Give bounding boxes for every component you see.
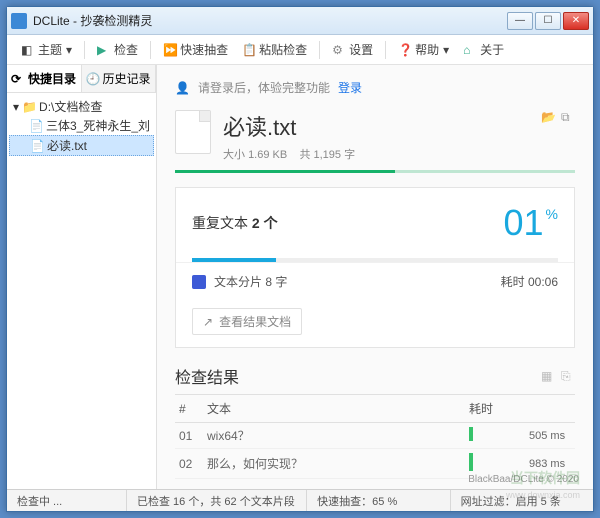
- content-pane: 👤 请登录后，体验完整功能 登录 必读.txt 大小 1.69 KB 共 1,1…: [157, 65, 593, 489]
- check-button[interactable]: ▶ 检查: [91, 38, 144, 61]
- minimize-button[interactable]: —: [507, 12, 533, 30]
- duration-bar: [469, 453, 473, 471]
- tree-root[interactable]: ▾ 📁 D:\文档检查: [9, 97, 154, 116]
- dup-percent: 01%: [504, 202, 559, 244]
- settings-button[interactable]: ⚙ 设置: [326, 38, 379, 61]
- document-icon: [175, 110, 211, 154]
- status-filter: 网址过滤：启用 5 条: [451, 490, 593, 511]
- user-icon: 👤: [175, 81, 190, 95]
- app-window: DCLite - 抄袭检测精灵 — ☐ ✕ ◧ 主题 ▾ ▶ 检查 ⏩ 快速抽查…: [6, 6, 594, 512]
- login-prompt: 👤 请登录后，体验完整功能 登录: [175, 79, 575, 96]
- status-checking: 检查中 ...: [7, 490, 127, 511]
- help-icon: ❓: [398, 43, 411, 56]
- export-icon[interactable]: ⎘: [561, 369, 575, 383]
- clipboard-icon: 📋: [242, 43, 255, 56]
- status-count: 已检查 16 个，共 62 个文本片段: [127, 490, 307, 511]
- copy-icon[interactable]: ⧉: [561, 110, 575, 124]
- shard-label: 文本分片 8 字: [214, 273, 287, 290]
- file-tree[interactable]: ▾ 📁 D:\文档检查 📄 三体3_死神永生_刘 📄 必读.txt: [7, 93, 156, 489]
- titlebar[interactable]: DCLite - 抄袭检测精灵 — ☐ ✕: [7, 7, 593, 35]
- summary-card: 重复文本 2 个 01% 文本分片 8 字 耗时 00:06 ↗: [175, 187, 575, 348]
- sidebar: ⟳ 快捷目录 🕘 历史记录 ▾ 📁 D:\文档检查 📄 三体3_死神永生_刘: [7, 65, 157, 489]
- tab-history[interactable]: 🕘 历史记录: [82, 65, 157, 92]
- grid-icon[interactable]: ▦: [541, 369, 555, 383]
- dup-label: 重复文本 2 个: [192, 213, 278, 233]
- toolbar: ◧ 主题 ▾ ▶ 检查 ⏩ 快速抽查 📋 粘贴检查 ⚙ 设置 ❓ 帮助 ▾: [7, 35, 593, 65]
- close-button[interactable]: ✕: [563, 12, 589, 30]
- help-button[interactable]: ❓ 帮助 ▾: [392, 38, 455, 61]
- about-button[interactable]: ⌂ 关于: [457, 38, 510, 61]
- view-result-doc-button[interactable]: ↗ 查看结果文档: [192, 308, 302, 335]
- file-icon: 📄: [29, 119, 43, 133]
- pastecheck-button[interactable]: 📋 粘贴检查: [236, 38, 313, 61]
- theme-button[interactable]: ◧ 主题 ▾: [15, 38, 78, 61]
- elapsed-label: 耗时 00:06: [501, 273, 558, 290]
- external-link-icon: ↗: [203, 315, 213, 329]
- copyright: BlackBaa/DCLite © 2020: [468, 474, 579, 485]
- results-table: # 文本 耗时 01 wix64？ 505 ms 02 那么，如何实现？: [175, 394, 575, 479]
- play-icon: ▶: [97, 43, 110, 56]
- chevron-down-icon: ▾: [66, 43, 72, 57]
- tree-item[interactable]: 📄 三体3_死神永生_刘: [9, 116, 154, 135]
- open-folder-icon[interactable]: 📂: [541, 110, 555, 124]
- file-progress: [175, 170, 575, 173]
- file-icon: 📄: [30, 139, 44, 153]
- status-quickpct: 快速抽查：65 %: [307, 490, 450, 511]
- folder-icon: 📁: [22, 100, 36, 114]
- dup-progressbar: [192, 258, 558, 262]
- gear-icon: ⚙: [332, 43, 345, 56]
- home-icon: ⌂: [463, 43, 476, 56]
- file-title: 必读.txt: [223, 110, 355, 142]
- quickcheck-button[interactable]: ⏩ 快速抽查: [157, 38, 234, 61]
- engine-icon: [192, 275, 206, 289]
- refresh-icon: ⟳: [11, 72, 25, 86]
- duration-bar: [469, 427, 473, 441]
- window-title: DCLite - 抄袭检测精灵: [33, 12, 507, 29]
- theme-icon: ◧: [21, 43, 34, 56]
- fastforward-icon: ⏩: [163, 43, 176, 56]
- collapse-icon: ▾: [13, 100, 19, 114]
- file-meta: 大小 1.69 KB 共 1,195 字: [223, 146, 355, 162]
- table-row[interactable]: 01 wix64？ 505 ms: [175, 423, 575, 449]
- app-icon: [11, 13, 27, 29]
- chevron-down-icon: ▾: [443, 43, 449, 57]
- tab-quickdir[interactable]: ⟳ 快捷目录: [7, 65, 82, 92]
- statusbar: 检查中 ... 已检查 16 个，共 62 个文本片段 快速抽查：65 % 网址…: [7, 489, 593, 511]
- login-link[interactable]: 登录: [338, 79, 362, 96]
- results-heading: 检查结果: [175, 364, 239, 388]
- clock-icon: 🕘: [86, 72, 100, 86]
- tree-item-selected[interactable]: 📄 必读.txt: [9, 135, 154, 156]
- maximize-button[interactable]: ☐: [535, 12, 561, 30]
